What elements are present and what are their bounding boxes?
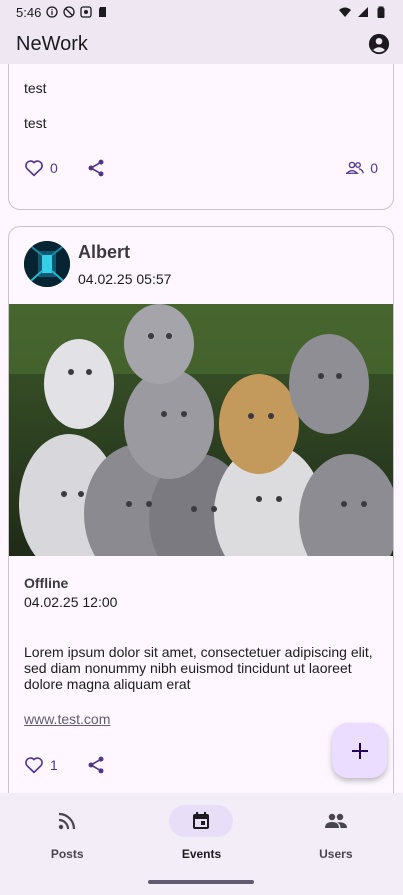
event-attachment-image[interactable]	[9, 304, 393, 556]
nav-label: Posts	[50, 847, 84, 861]
event-type: Offline	[24, 575, 69, 591]
nav-indicator	[35, 805, 99, 837]
share-button[interactable]	[86, 158, 106, 178]
heart-outline-icon	[25, 160, 43, 177]
nav-label: Users	[319, 847, 353, 861]
status-bar: 5:46	[0, 0, 403, 24]
group-outline-icon	[346, 161, 365, 174]
signal-icon	[358, 7, 368, 17]
avatar[interactable]	[24, 241, 70, 287]
share-icon	[88, 159, 104, 177]
heart-outline-icon	[25, 757, 43, 774]
post-actions: 0 0	[24, 158, 378, 178]
participants-count: 0	[370, 160, 378, 176]
app-title: NeWork	[16, 32, 88, 55]
event-link[interactable]: www.test.com	[24, 711, 110, 727]
event-content: Lorem ipsum dolor sit amet, consectetuer…	[24, 644, 373, 692]
author-name: Albert	[78, 242, 131, 262]
share-icon	[88, 756, 104, 774]
author-header: Albert 04.02.25 05:57	[24, 241, 171, 287]
status-time: 5:46	[16, 4, 42, 20]
like-count: 1	[50, 757, 58, 773]
battery-icon	[377, 6, 385, 18]
rss-feed-icon	[58, 812, 76, 830]
event-card[interactable]: Albert 04.02.25 05:57 Offline 04.02.25 1…	[8, 226, 394, 793]
post-text-line: test	[24, 115, 47, 131]
event-datetime: 04.02.25 12:00	[24, 594, 118, 610]
add-event-fab[interactable]	[332, 723, 387, 778]
nav-item-users[interactable]: Users	[269, 793, 403, 895]
info-circle-icon	[46, 6, 58, 18]
top-app-bar: NeWork	[0, 24, 403, 64]
calendar-icon	[193, 812, 210, 829]
like-count: 0	[50, 160, 58, 176]
avatar-image	[24, 241, 70, 287]
nav-item-posts[interactable]: Posts	[0, 793, 134, 895]
account-circle-icon	[368, 33, 390, 55]
post-text-line: test	[24, 80, 47, 96]
nav-indicator	[169, 805, 234, 837]
gesture-home-indicator[interactable]	[148, 880, 254, 884]
like-button[interactable]: 1	[24, 756, 58, 774]
event-actions: 1	[24, 755, 378, 775]
vpn-key-icon	[80, 6, 92, 18]
share-button[interactable]	[86, 755, 106, 775]
wifi-icon	[339, 7, 351, 17]
like-button[interactable]: 0	[24, 159, 58, 177]
plus-icon	[351, 742, 368, 759]
account-button[interactable]	[367, 32, 391, 56]
people-icon	[324, 813, 347, 828]
kittens-image	[9, 304, 393, 556]
nav-label: Events	[181, 847, 222, 861]
feed-list[interactable]: test test 0 0 Albert 04.02.25 05:57 Offl…	[0, 64, 403, 793]
post-card: test test 0 0	[8, 64, 394, 210]
published-date: 04.02.25 05:57	[78, 271, 172, 287]
sd-card-icon	[99, 7, 107, 17]
nav-indicator	[304, 805, 368, 837]
no-disturb-icon	[63, 6, 75, 18]
participants-counter[interactable]: 0	[346, 160, 378, 176]
